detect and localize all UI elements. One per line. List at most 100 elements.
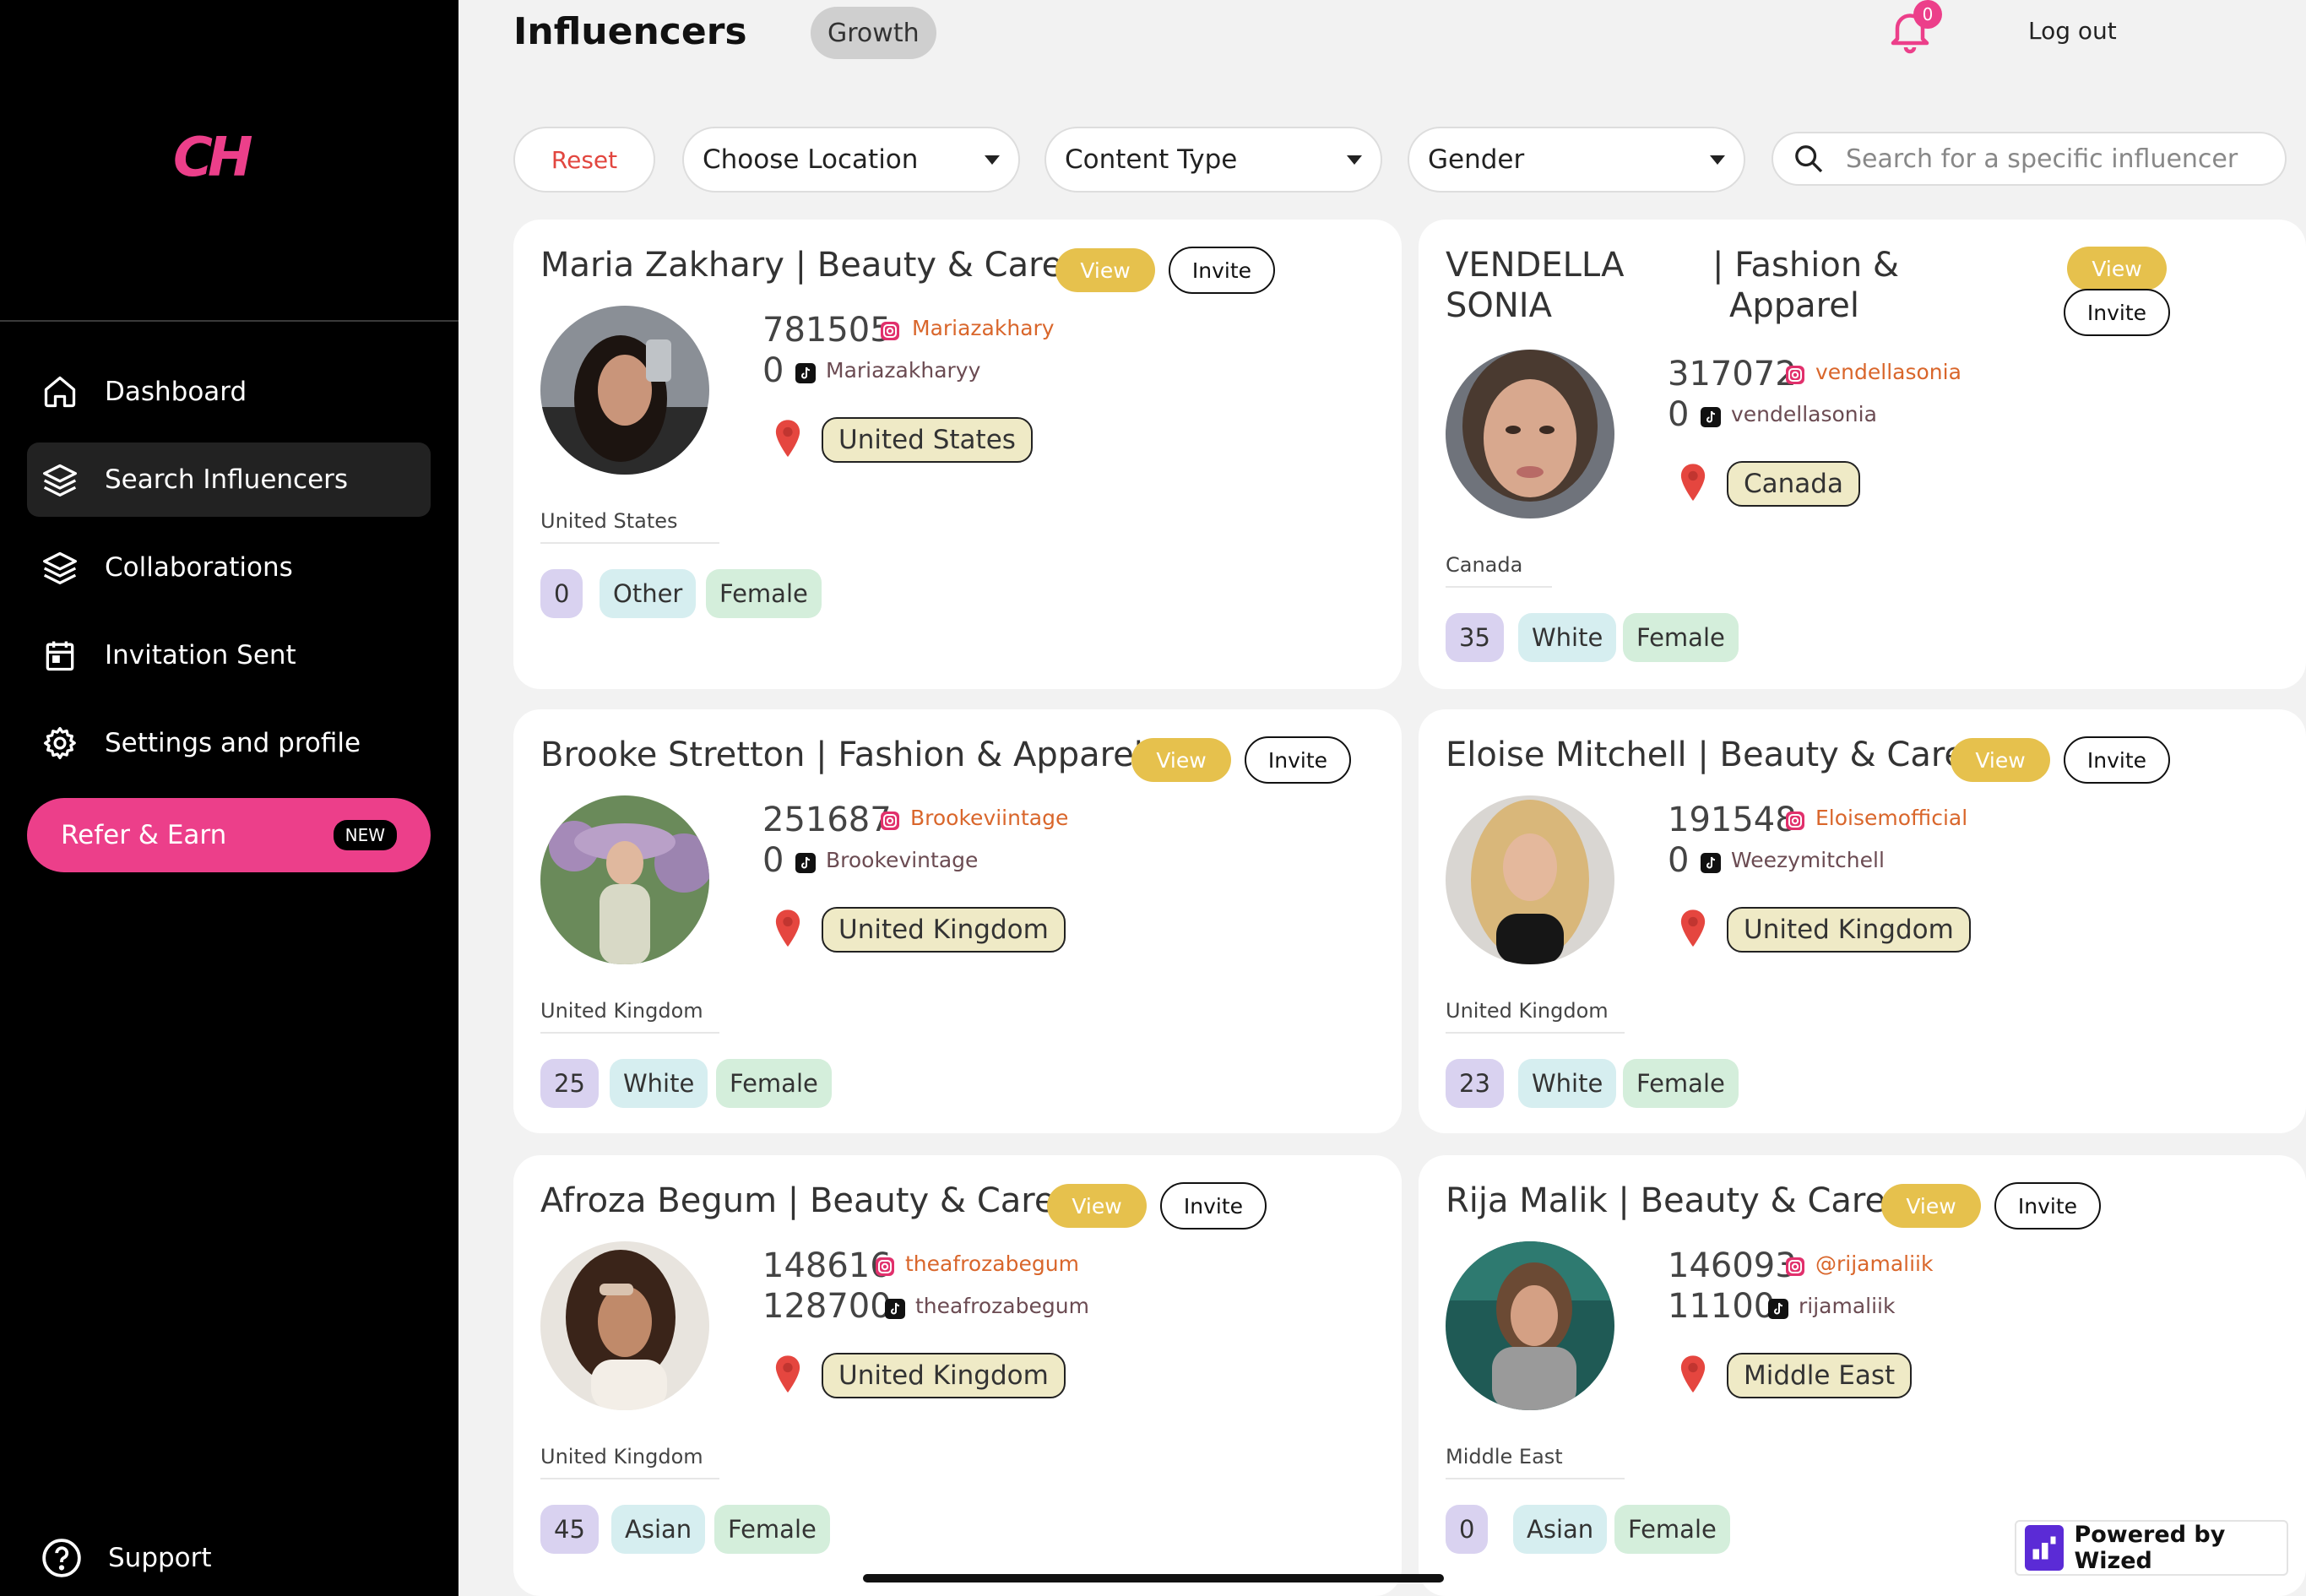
- location-text: United Kingdom: [540, 999, 703, 1023]
- sidebar-item-search-influencers[interactable]: Search Influencers: [27, 442, 431, 517]
- instagram-handle[interactable]: theafrozabegum: [905, 1251, 1079, 1276]
- invite-button[interactable]: Invite: [1245, 736, 1351, 784]
- page-title: Influencers: [513, 10, 747, 53]
- influencer-name: Afroza Begum | Beauty & Care: [540, 1181, 1055, 1220]
- chevron-down-icon: [1710, 155, 1725, 165]
- help-circle-icon: [42, 1539, 81, 1577]
- support-label: Support: [108, 1543, 212, 1573]
- age-chip: 25: [540, 1059, 599, 1108]
- tiktok-handle[interactable]: Brookevintage: [826, 848, 978, 872]
- influencer-name: Maria Zakhary | Beauty & Care: [540, 246, 1063, 285]
- sidebar-item-label: Dashboard: [105, 377, 247, 407]
- ethnicity-chip: Asian: [611, 1505, 706, 1554]
- chevron-down-icon: [1347, 155, 1362, 165]
- sidebar-item-settings[interactable]: Settings and profile: [27, 706, 431, 780]
- tiktok-followers: 11100: [1668, 1287, 1776, 1326]
- tiktok-icon: [1701, 853, 1721, 873]
- location-badge: United Kingdom: [1727, 907, 1971, 953]
- wized-logo-icon: [2025, 1525, 2065, 1571]
- divider: [1446, 1478, 1625, 1479]
- location-badge: Canada: [1727, 461, 1860, 507]
- content-type-select[interactable]: Content Type: [1044, 127, 1382, 193]
- influencer-card: Eloise Mitchell | Beauty & Care View Inv…: [1419, 709, 2306, 1133]
- divider: [540, 1032, 719, 1034]
- support-link[interactable]: Support: [41, 1537, 212, 1579]
- invite-button[interactable]: Invite: [2064, 289, 2170, 336]
- tiktok-followers: 0: [1668, 841, 1690, 880]
- instagram-handle[interactable]: @rijamaliik: [1815, 1251, 1933, 1276]
- influencer-card: Maria Zakhary | Beauty & Care View Invit…: [513, 220, 1402, 689]
- tiktok-icon: [1768, 1299, 1788, 1319]
- view-button[interactable]: View: [1055, 248, 1155, 292]
- location-pin-icon: [775, 420, 800, 458]
- tiktok-handle[interactable]: Mariazakharyy: [826, 358, 980, 383]
- tiktok-handle[interactable]: theafrozabegum: [915, 1294, 1089, 1318]
- brand-logo[interactable]: CH: [173, 127, 252, 189]
- instagram-handle[interactable]: Mariazakhary: [912, 316, 1055, 340]
- sidebar-item-collaborations[interactable]: Collaborations: [27, 530, 431, 605]
- influencer-category-line1: | Fashion &: [1712, 246, 1900, 285]
- view-button[interactable]: View: [1131, 738, 1231, 782]
- refer-earn-button[interactable]: Refer & Earn NEW: [27, 798, 431, 872]
- tiktok-handle[interactable]: Weezymitchell: [1731, 848, 1885, 872]
- tiktok-handle[interactable]: rijamaliik: [1799, 1294, 1895, 1318]
- sidebar-divider: [0, 320, 458, 322]
- divider: [540, 1478, 719, 1479]
- invite-button[interactable]: Invite: [1994, 1182, 2101, 1230]
- powered-by-wized-badge[interactable]: Powered by Wized: [2015, 1520, 2288, 1576]
- age-chip: 35: [1446, 613, 1504, 662]
- search-box: [1772, 132, 2287, 186]
- influencer-card: Brooke Stretton | Fashion & Apparel View…: [513, 709, 1402, 1133]
- invite-button[interactable]: Invite: [2064, 736, 2170, 784]
- ethnicity-chip: White: [1518, 1059, 1617, 1108]
- home-indicator: [863, 1574, 1444, 1582]
- location-text: United Kingdom: [540, 1445, 703, 1468]
- location-badge: United Kingdom: [822, 1353, 1066, 1398]
- influencer-name: Eloise Mitchell | Beauty & Care: [1446, 736, 1966, 774]
- instagram-icon: [1786, 366, 1804, 384]
- ethnicity-chip: Other: [600, 569, 697, 618]
- avatar: [1446, 350, 1614, 518]
- view-button[interactable]: View: [1951, 738, 2050, 782]
- view-button[interactable]: View: [1881, 1184, 1981, 1228]
- tiktok-followers: 0: [762, 351, 784, 390]
- sidebar-item-label: Settings and profile: [105, 728, 361, 758]
- gender-select[interactable]: Gender: [1408, 127, 1745, 193]
- age-chip: 0: [1446, 1505, 1489, 1554]
- view-button[interactable]: View: [2067, 247, 2167, 290]
- refer-earn-label: Refer & Earn: [61, 820, 227, 850]
- new-badge: NEW: [333, 820, 397, 850]
- tiktok-icon: [795, 363, 816, 383]
- layers-icon: [41, 548, 79, 587]
- home-icon: [41, 372, 79, 411]
- reset-button[interactable]: Reset: [513, 127, 655, 193]
- content-type-select-label: Content Type: [1065, 144, 1238, 175]
- sidebar-item-invitation-sent[interactable]: Invitation Sent: [27, 618, 431, 692]
- divider: [1446, 586, 1552, 588]
- notification-count: 0: [1913, 0, 1942, 29]
- sidebar-item-dashboard[interactable]: Dashboard: [27, 355, 431, 429]
- invite-button[interactable]: Invite: [1169, 247, 1275, 294]
- influencer-card: Afroza Begum | Beauty & Care View Invite…: [513, 1155, 1402, 1596]
- instagram-followers: 148616: [762, 1246, 892, 1285]
- location-select[interactable]: Choose Location: [682, 127, 1020, 193]
- instagram-handle[interactable]: vendellasonia: [1815, 360, 1961, 384]
- search-icon: [1795, 145, 1823, 173]
- ethnicity-chip: Asian: [1513, 1505, 1608, 1554]
- gender-select-label: Gender: [1428, 144, 1525, 175]
- instagram-handle[interactable]: Eloisemofficial: [1815, 806, 1967, 830]
- gender-chip: Female: [714, 1505, 830, 1554]
- instagram-handle[interactable]: Brookeviintage: [910, 806, 1068, 830]
- sidebar-item-label: Invitation Sent: [105, 640, 296, 670]
- avatar: [540, 306, 709, 475]
- layers-icon: [41, 460, 79, 499]
- age-chip: 45: [540, 1505, 599, 1554]
- view-button[interactable]: View: [1047, 1184, 1147, 1228]
- invite-button[interactable]: Invite: [1160, 1182, 1267, 1230]
- search-input[interactable]: [1846, 144, 2251, 174]
- tiktok-followers: 0: [762, 841, 784, 880]
- divider: [1446, 1032, 1625, 1034]
- tiktok-handle[interactable]: vendellasonia: [1731, 402, 1877, 426]
- location-badge: Middle East: [1727, 1353, 1913, 1398]
- logout-button[interactable]: Log out: [2028, 17, 2117, 45]
